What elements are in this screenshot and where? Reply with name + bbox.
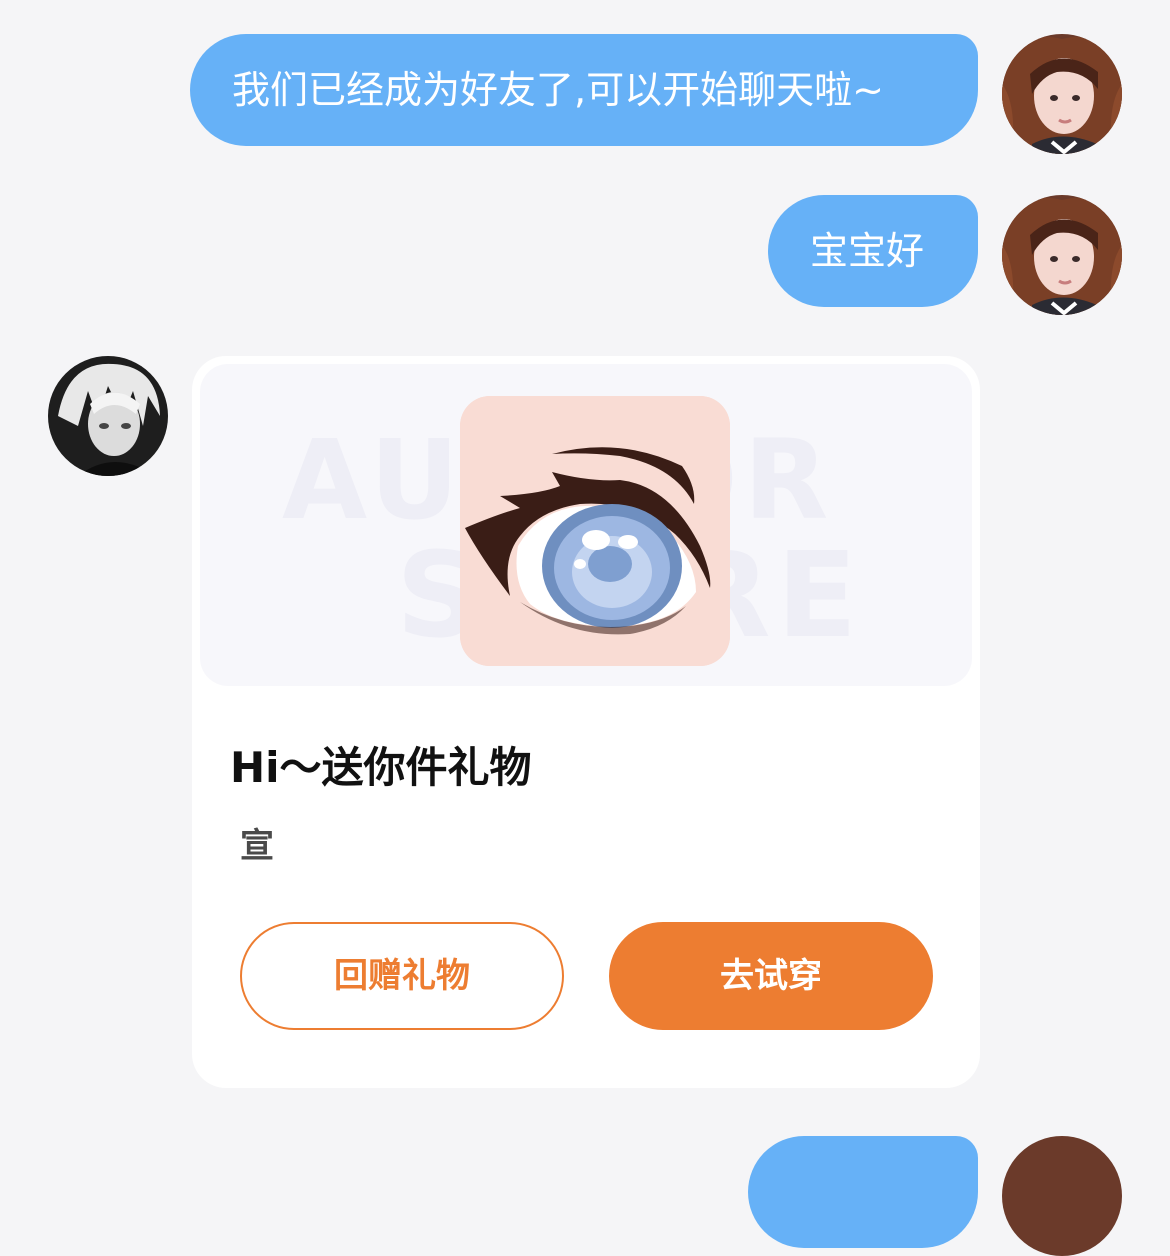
return-gift-button[interactable]: 回赠礼物 <box>240 922 564 1030</box>
anime-eye-gift-icon <box>460 396 730 666</box>
contact-avatar[interactable] <box>48 356 168 476</box>
self-avatar-partial[interactable] <box>1002 1136 1122 1256</box>
message-text: 宝宝好 <box>810 229 925 273</box>
girl-photo-avatar-icon <box>1002 34 1122 154</box>
self-avatar[interactable] <box>1002 34 1122 154</box>
gift-card-title: Hi～送你件礼物 <box>230 743 532 792</box>
gift-item-image[interactable] <box>460 396 730 666</box>
gift-card[interactable]: AUTHOR STORE Hi～送你件礼物 宣 回赠礼物 去试穿 <box>192 356 980 1088</box>
message-bubble-outgoing-partial[interactable] <box>748 1136 978 1248</box>
self-avatar[interactable] <box>1002 195 1122 315</box>
gift-preview: AUTHOR STORE <box>200 364 972 686</box>
girl-photo-avatar-icon <box>1002 195 1122 315</box>
anime-boy-avatar-icon <box>48 356 168 476</box>
message-bubble-outgoing[interactable]: 宝宝好 <box>768 195 978 307</box>
gift-card-subtitle: 宣 <box>240 826 274 866</box>
message-bubble-outgoing[interactable]: 我们已经成为好友了,可以开始聊天啦~ <box>190 34 978 146</box>
message-text: 我们已经成为好友了,可以开始聊天啦~ <box>232 68 884 112</box>
try-on-button[interactable]: 去试穿 <box>609 922 933 1030</box>
